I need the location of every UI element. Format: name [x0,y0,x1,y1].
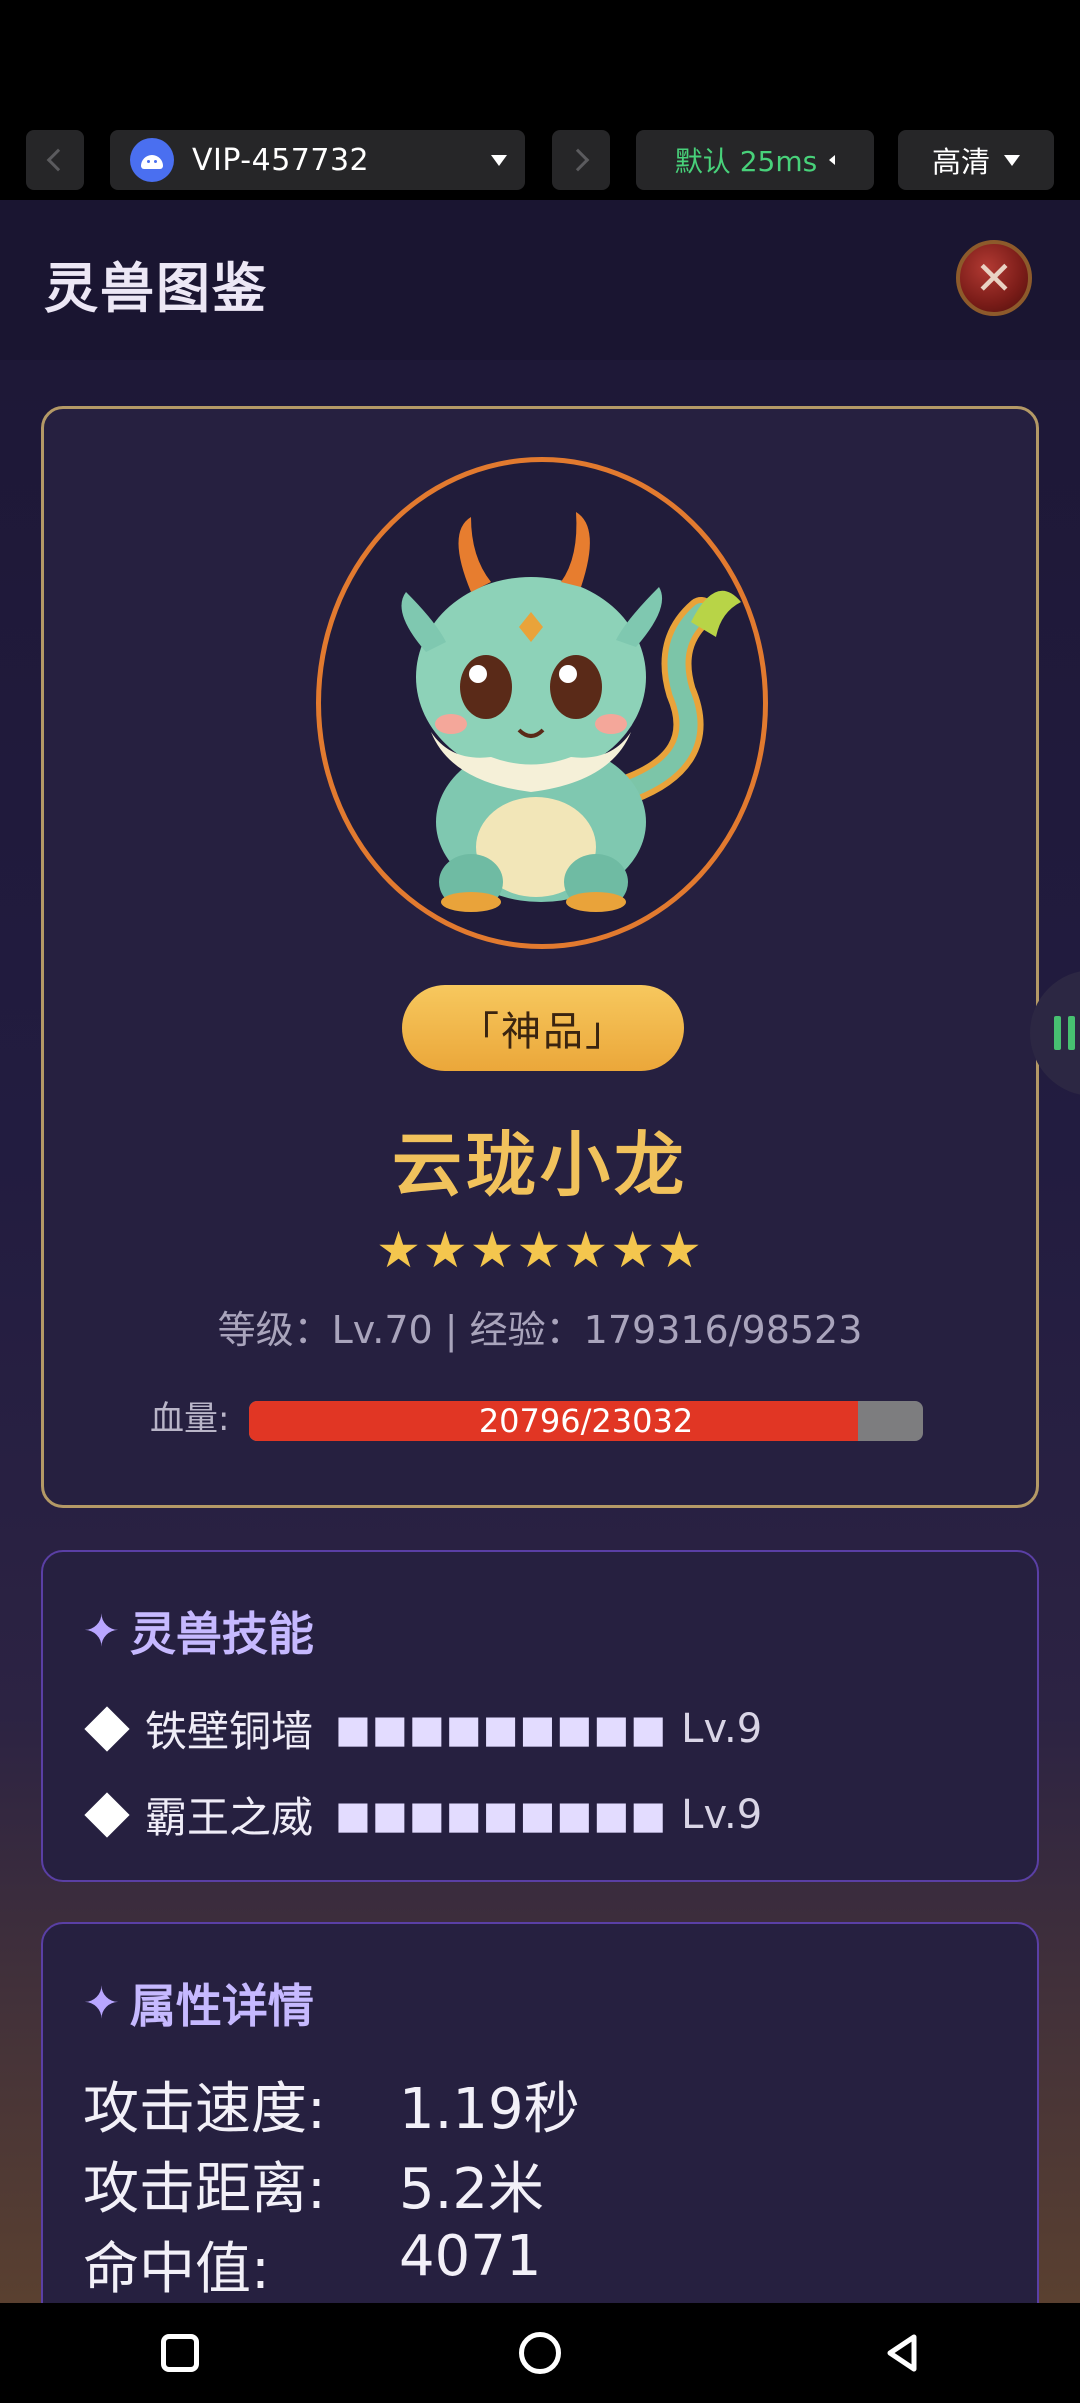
attribute-value: 5.2米 [399,2157,545,2222]
level-exp-text: 等级：Lv.70 | 经验：179316/98523 [217,1308,863,1352]
skill-progress-blocks: ■■■■■■■■■ [335,1792,668,1837]
quality-label: 高清 [931,145,990,179]
pet-name: 云珑小龙 [392,1124,688,1206]
back-button[interactable] [26,130,84,190]
triangle-back-icon [887,2334,917,2372]
attribute-value: 1.19秒 [399,2077,580,2142]
pet-portrait [316,457,768,949]
page-title: 灵兽图鉴 [44,257,268,320]
signal-bar-icon [1054,1016,1061,1050]
remote-toolbar: VIP-457732 默认 25ms 高清 [0,118,1080,204]
screen: VIP-457732 默认 25ms 高清 灵兽图鉴 ✕ 「神品」 云珑小龙 ★… [0,0,1080,2403]
caret-left-icon [829,155,836,165]
device-name: VIP-457732 [192,142,370,178]
skill-level: Lv.9 [681,1705,763,1752]
dropdown-arrow-icon [491,154,507,166]
device-selector[interactable]: VIP-457732 [110,130,525,190]
close-icon: ✕ [974,251,1014,305]
network-selector[interactable]: 默认 25ms [636,130,874,190]
back-nav-button[interactable] [874,2325,930,2381]
skills-title-text: 灵兽技能 [129,1607,314,1661]
attribute-row: 攻击速度: 1.19秒 [83,2064,580,2145]
hp-bar: 20796/23032 [249,1401,923,1441]
recent-apps-button[interactable] [152,2325,208,2381]
panel-header: 灵兽图鉴 ✕ [0,200,1080,360]
close-button[interactable]: ✕ [956,240,1032,316]
diamond-icon [84,1705,130,1752]
network-latency: 默认 25ms [674,145,818,178]
attribute-label: 攻击距离: [83,2157,326,2222]
home-button[interactable] [512,2325,568,2381]
square-icon [161,2334,199,2372]
skills-card: ✦ 灵兽技能 铁壁铜墙 ■■■■■■■■■ Lv.9 霸王之威 ■■■■■■■■… [41,1550,1039,1882]
circle-icon [519,2332,561,2374]
system-navigation-bar [0,2303,1080,2403]
attributes-card: ✦ 属性详情 攻击速度: 1.19秒 攻击距离: 5.2米 命中值: 4071 [41,1922,1039,2342]
skill-row: 霸王之威 ■■■■■■■■■ Lv.9 [83,1784,762,1845]
attribute-label: 攻击速度: [83,2077,326,2142]
rarity-badge: 「神品」 [402,985,684,1071]
forward-button[interactable] [552,130,610,190]
skill-progress-blocks: ■■■■■■■■■ [335,1706,668,1751]
quality-selector[interactable]: 高清 [898,130,1054,190]
diamond-icon [84,1791,130,1838]
dropdown-arrow-icon [1004,154,1020,166]
star-rating: ★★★★★★★ [376,1221,704,1279]
dragon-illustration [401,512,741,912]
chevron-left-icon [46,148,70,172]
skills-title: ✦ 灵兽技能 [83,1598,314,1664]
sparkle-icon: ✦ [83,1977,120,2029]
pet-encyclopedia-panel: 灵兽图鉴 ✕ 「神品」 云珑小龙 ★★★★★★★ 等级：Lv.70 | 经验：1… [0,200,1080,2342]
chevron-right-icon [566,148,590,172]
attributes-title-text: 属性详情 [129,1979,314,2033]
hp-label: 血量: [150,1399,230,1439]
pet-card: 「神品」 云珑小龙 ★★★★★★★ 等级：Lv.70 | 经验：179316/9… [41,406,1039,1508]
attribute-row: 命中值: 4071 [83,2224,542,2305]
attribute-row: 攻击距离: 5.2米 [83,2144,544,2225]
skill-name: 霸王之威 [145,1793,314,1842]
attribute-label: 命中值: [83,2237,270,2302]
sparkle-icon: ✦ [83,1605,120,1657]
attribute-value: 4071 [399,2224,542,2289]
attributes-title: ✦ 属性详情 [83,1970,314,2036]
hp-value: 20796/23032 [478,1402,694,1440]
android-icon [130,138,174,182]
signal-bar-icon [1068,1016,1075,1050]
skill-row: 铁壁铜墙 ■■■■■■■■■ Lv.9 [83,1698,762,1759]
skill-level: Lv.9 [681,1791,763,1838]
skill-name: 铁壁铜墙 [145,1707,314,1756]
